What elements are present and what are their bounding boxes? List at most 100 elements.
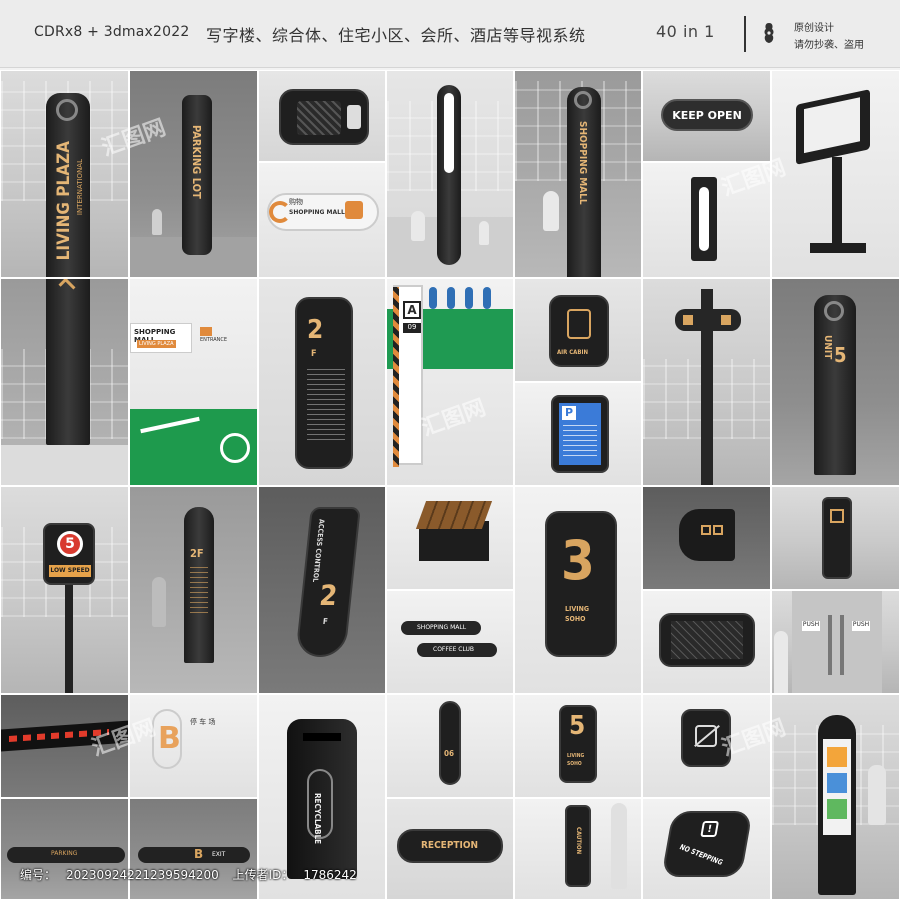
exit-text: EXIT bbox=[212, 851, 226, 858]
2f-pillar: 2F bbox=[184, 507, 214, 663]
parking-lot-text: PARKING LOT bbox=[190, 125, 203, 199]
speed-num: 5 bbox=[57, 531, 83, 557]
keep-open-plate: KEEP OPEN bbox=[661, 99, 753, 131]
low-speed-text: LOW SPEED bbox=[49, 565, 91, 577]
push-label-left: PUSH bbox=[802, 621, 820, 631]
tile-low-speed: 5 LOW SPEED bbox=[0, 486, 129, 694]
tile-shopping-tag: 购物 SHOPPING MALL bbox=[258, 162, 386, 278]
tile-shopping-totem: SHOPPING MALL bbox=[514, 70, 642, 278]
unit5-pillar: UNIT 5 bbox=[814, 295, 856, 475]
tile-light-pillar bbox=[386, 70, 514, 278]
tile-keep-open: KEEP OPEN bbox=[642, 70, 771, 162]
software-label: CDRx8 + 3dmax2022 bbox=[34, 24, 190, 40]
tile-door-plates: SHOPPING MALL COFFEE CLUB bbox=[386, 590, 514, 694]
page-title: 写字楼、综合体、住宅小区、会所、酒店等导视系统 bbox=[206, 26, 586, 45]
entrance-text: ENTRANCE bbox=[200, 337, 228, 343]
column-letter: A bbox=[403, 301, 421, 319]
light-pillar bbox=[437, 85, 461, 265]
parking-p-panel: P bbox=[551, 395, 609, 473]
floor-b-letter: B bbox=[158, 721, 181, 756]
reception-text: RECEPTION bbox=[421, 840, 479, 851]
tile-no-sign bbox=[642, 694, 771, 798]
tile-map-device bbox=[258, 70, 386, 162]
uploader-label: 上传者ID： bbox=[232, 868, 294, 882]
tile-bollard bbox=[642, 162, 771, 278]
header-divider bbox=[744, 16, 746, 52]
prohibit-sign bbox=[681, 709, 731, 767]
tile-living-plaza-base bbox=[0, 278, 129, 486]
copyright-line-2: 请勿抄袭、盗用 bbox=[794, 40, 864, 51]
floor-b-sign: B bbox=[152, 709, 182, 769]
parking-strip-text: PARKING bbox=[51, 850, 78, 857]
exit-strip: B EXIT bbox=[138, 847, 250, 863]
tile-led-strip bbox=[0, 694, 129, 798]
copyright-line-1: 原创设计 bbox=[794, 23, 834, 34]
tile-air-cabin: AIR CABIN bbox=[514, 278, 642, 382]
header-bar: CDRx8 + 3dmax2022 写字楼、综合体、住宅小区、会所、酒店等导视系… bbox=[0, 0, 900, 68]
shopping-wall-sign: SHOPPING MALL LIVING PLAZA bbox=[130, 323, 192, 353]
signage-collage: LIVING PLAZA INTERNATIONAL PARKING LOT 购… bbox=[0, 70, 900, 900]
soho-3-panel: 3 LIVING SOHO bbox=[545, 511, 617, 657]
recycle-bin: RECYCLABLE bbox=[287, 719, 357, 879]
floor-num: 2 bbox=[307, 315, 324, 345]
tile-2f-directory: 2F bbox=[129, 486, 258, 694]
kiosk-screen bbox=[796, 89, 870, 165]
parking-p-letter: P bbox=[562, 406, 576, 420]
soho-5-num: 5 bbox=[569, 711, 586, 741]
id-label: 编号： bbox=[20, 868, 57, 882]
tile-fire-tag: 06 bbox=[386, 694, 514, 798]
tile-living-plaza-top: LIVING PLAZA INTERNATIONAL bbox=[0, 70, 129, 278]
shopping-en-text: SHOPPING MALL bbox=[289, 209, 345, 216]
digital-kiosk bbox=[818, 715, 856, 895]
international-text: INTERNATIONAL bbox=[76, 159, 84, 216]
tile-signpost bbox=[642, 278, 771, 486]
map-screen-2 bbox=[659, 613, 755, 667]
id-value: 20230924221239594200 bbox=[66, 868, 219, 882]
caution-text: CAUTION bbox=[575, 827, 582, 855]
soho-5-line1: LIVING bbox=[567, 753, 585, 759]
signpost-arm bbox=[675, 309, 741, 331]
item-count: 40 in 1 bbox=[656, 22, 715, 41]
shopping-totem-text: SHOPPING MALL bbox=[577, 121, 588, 205]
keep-open-text: KEEP OPEN bbox=[672, 109, 742, 122]
tile-push-doors: PUSH PUSH bbox=[771, 590, 900, 694]
shopping-mall-plate: SHOPPING MALL bbox=[401, 621, 481, 635]
tile-unit5: UNIT 5 bbox=[771, 278, 900, 486]
no-stepping-text: NO STEPPING bbox=[677, 843, 725, 867]
soho-3-num: 3 bbox=[561, 529, 595, 592]
tile-display-desk bbox=[386, 486, 514, 590]
projecting-sign bbox=[679, 509, 735, 561]
shopping-wall-sub: LIVING PLAZA bbox=[137, 340, 176, 348]
tile-no-stepping: ! NO STEPPING bbox=[642, 798, 771, 900]
tile-parking-lot: PARKING LOT bbox=[129, 70, 258, 278]
map-screen bbox=[279, 89, 369, 145]
fire-tag: 06 bbox=[439, 701, 461, 785]
floor-directory-panel: 2 F bbox=[295, 297, 353, 469]
access-label: ACCESS CONTROL bbox=[310, 519, 326, 583]
floor-unit: F bbox=[311, 349, 317, 359]
tile-map-device-2 bbox=[642, 590, 771, 694]
lock-icon bbox=[764, 23, 774, 43]
living-plaza-text: LIVING PLAZA bbox=[54, 141, 74, 261]
fire-tag-text: 06 bbox=[444, 749, 455, 758]
coffee-plate-text: COFFEE CLUB bbox=[433, 646, 475, 653]
push-label-right: PUSH bbox=[852, 621, 870, 631]
parking-column: A 09 bbox=[393, 285, 423, 467]
shopping-cn-text: 购物 bbox=[289, 198, 303, 206]
recyclable-text: RECYCLABLE bbox=[313, 793, 322, 845]
unit-num: 5 bbox=[834, 343, 847, 367]
footer-info: 编号： 20230924221239594200 上传者ID： 1786242 bbox=[20, 866, 367, 883]
parking-lot-pillar: PARKING LOT bbox=[182, 95, 212, 255]
exit-b-letter: B bbox=[194, 847, 204, 861]
hanging-strip: PARKING bbox=[7, 847, 125, 863]
uploader-value: 1786242 bbox=[303, 868, 357, 882]
soho-5-line2: SOHO bbox=[567, 761, 582, 767]
tile-parking-p: P bbox=[514, 382, 642, 486]
2f-text: 2F bbox=[190, 547, 204, 560]
soho-3-line1: LIVING bbox=[565, 605, 590, 613]
column-num: 09 bbox=[403, 323, 421, 333]
no-stepping-sign: ! NO STEPPING bbox=[661, 811, 753, 877]
tile-access-control: ACCESS CONTROL 2 F bbox=[258, 486, 386, 694]
access-unit: F bbox=[322, 617, 329, 626]
low-speed-sign: 5 LOW SPEED bbox=[43, 523, 95, 585]
